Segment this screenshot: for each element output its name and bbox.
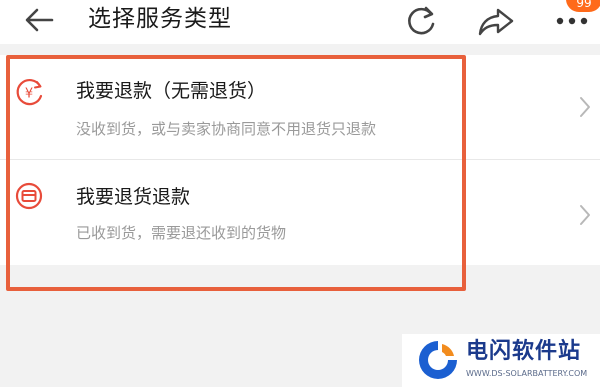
watermark-logo-icon bbox=[419, 341, 457, 379]
option-title: 我要退款（无需退货） bbox=[76, 80, 267, 102]
option-description: 已收到货，需要退还收到的货物 bbox=[76, 224, 287, 242]
return-goods-icon bbox=[15, 182, 43, 210]
back-arrow-icon[interactable] bbox=[22, 6, 56, 34]
top-nav-bar: 选择服务类型 99 bbox=[0, 0, 600, 44]
option-title: 我要退货退款 bbox=[76, 186, 191, 208]
more-icon[interactable] bbox=[554, 16, 594, 26]
service-type-list: ¥ 我要退款（无需退货） 没收到货，或与卖家协商同意不用退货只退款 我要退货退款… bbox=[0, 55, 600, 265]
refresh-icon[interactable] bbox=[404, 4, 440, 38]
page-title: 选择服务类型 bbox=[88, 6, 232, 32]
chevron-right-icon bbox=[580, 97, 590, 117]
notification-badge: 99 bbox=[566, 0, 600, 12]
watermark-url: WWW.DS-SOLARBATTERY.COM bbox=[466, 369, 588, 378]
refund-only-option[interactable]: ¥ 我要退款（无需退货） 没收到货，或与卖家协商同意不用退货只退款 bbox=[0, 55, 600, 159]
share-icon[interactable] bbox=[476, 4, 516, 38]
svg-text:¥: ¥ bbox=[25, 87, 33, 102]
option-description: 没收到货，或与卖家协商同意不用退货只退款 bbox=[76, 120, 377, 138]
return-and-refund-option[interactable]: 我要退货退款 已收到货，需要退还收到的货物 bbox=[0, 159, 600, 263]
chevron-right-icon bbox=[580, 205, 590, 225]
site-watermark: 电闪软件站 WWW.DS-SOLARBATTERY.COM bbox=[402, 334, 600, 387]
watermark-site-name: 电闪软件站 bbox=[466, 339, 582, 364]
yen-refund-icon: ¥ bbox=[16, 79, 43, 106]
